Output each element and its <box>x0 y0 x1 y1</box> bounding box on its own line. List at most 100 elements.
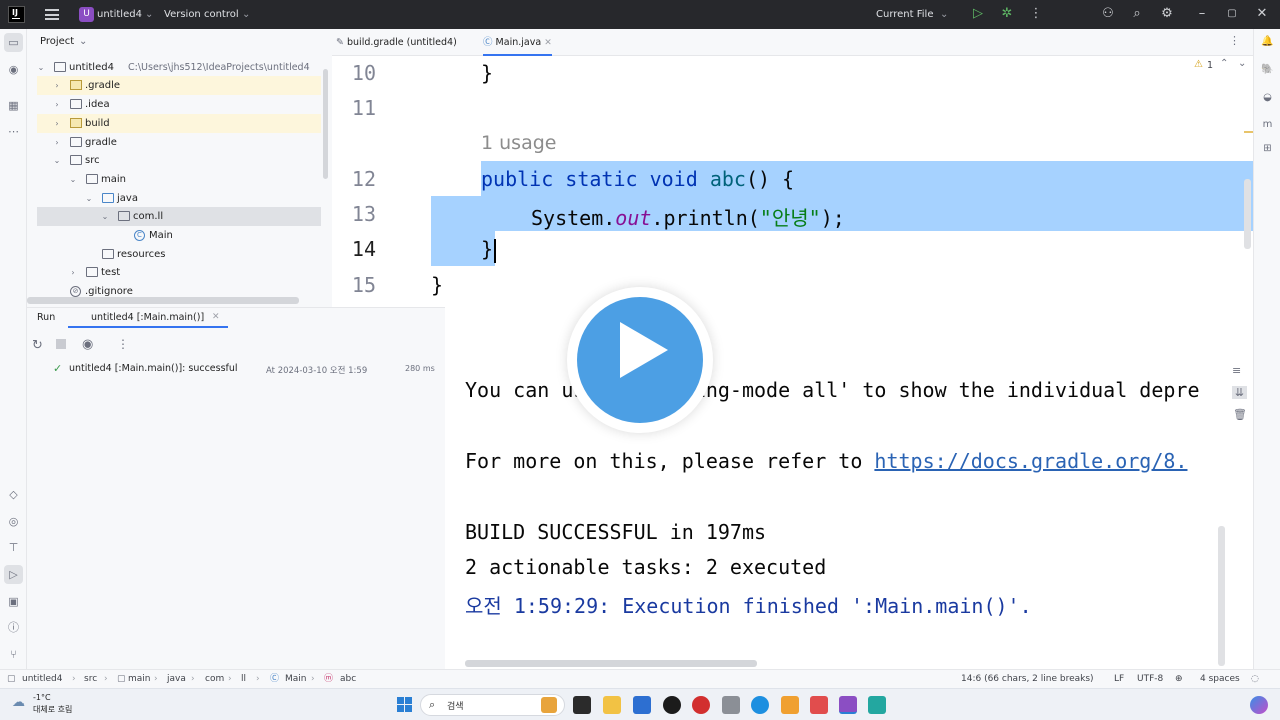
close-tab-icon[interactable]: ✕ <box>544 38 552 48</box>
breadcrumb-item[interactable]: ll <box>241 670 246 689</box>
database-tool-icon[interactable]: ◒ <box>1260 90 1275 105</box>
code-with-me-icon[interactable]: ⊞ <box>1260 141 1275 156</box>
weather-cloud-icon[interactable]: ☁ <box>12 695 25 710</box>
terminal-tool-icon[interactable]: ▣ <box>4 592 23 611</box>
soft-wrap-icon[interactable]: ≡ <box>1232 364 1241 377</box>
chevron-down-icon[interactable]: ⌄ <box>68 170 78 189</box>
code-line-12[interactable]: public static void abc() { <box>481 167 794 191</box>
store-icon[interactable] <box>633 696 651 714</box>
problems-tool-icon[interactable]: ⓘ <box>4 618 23 637</box>
structure-tool-icon[interactable]: ▦ <box>4 96 23 115</box>
more-actions-icon[interactable]: ⋮ <box>1026 4 1046 24</box>
chevron-down-icon[interactable]: ⌄ <box>100 207 110 226</box>
breadcrumb-item[interactable]: src <box>84 670 97 689</box>
chevron-right-icon[interactable]: › <box>52 95 62 114</box>
project-name[interactable]: untitled4 <box>97 0 142 29</box>
weather-desc[interactable]: 대체로 흐림 <box>33 704 72 715</box>
file-explorer-icon[interactable] <box>603 696 621 714</box>
chevron-down-icon[interactable]: ⌄ <box>52 151 62 170</box>
account-icon[interactable]: ⚇ <box>1098 4 1118 24</box>
run-config-selector[interactable]: Current File <box>876 0 933 29</box>
app-icon[interactable] <box>781 696 799 714</box>
chevron-down-icon[interactable]: ⌄ <box>79 36 87 47</box>
rerun-icon[interactable]: ↻ <box>32 338 43 353</box>
tree-row-idea[interactable]: › .idea <box>37 95 321 114</box>
warning-icon[interactable]: ⚠ <box>1194 59 1203 70</box>
build-tool-icon[interactable]: ⊤ <box>4 538 23 557</box>
usage-inlay-hint[interactable]: 1 usage <box>481 132 556 154</box>
tree-row-com-ll[interactable]: ⌄ com.ll <box>37 207 321 226</box>
editor-scrollbar[interactable] <box>1244 179 1251 249</box>
file-encoding[interactable]: UTF-8 <box>1137 670 1163 689</box>
project-tool-icon[interactable]: ▭ <box>4 33 23 52</box>
tree-row-main[interactable]: ⌄ main <box>37 170 321 189</box>
intellij-taskbar-icon[interactable] <box>839 696 857 714</box>
project-horizontal-scrollbar[interactable] <box>27 297 299 304</box>
breadcrumb-item[interactable]: Main <box>285 670 307 689</box>
code-line-14[interactable]: } <box>481 237 493 261</box>
opera-icon[interactable] <box>692 696 710 714</box>
close-icon[interactable]: ✕ <box>1252 4 1272 24</box>
main-menu-icon[interactable] <box>45 9 59 20</box>
intellij-logo-icon[interactable]: IJ <box>8 6 25 23</box>
notifications-icon[interactable]: 🔔 <box>1260 34 1275 49</box>
run-task-tab[interactable]: untitled4 [:Main.main()] <box>68 308 228 328</box>
tree-row-build[interactable]: › build <box>37 114 321 133</box>
console-horizontal-scrollbar[interactable] <box>465 660 757 667</box>
chevron-down-icon[interactable]: ⌄ <box>84 189 94 208</box>
chevron-right-icon[interactable]: › <box>68 263 78 282</box>
video-play-button[interactable] <box>567 287 713 433</box>
settings-gear-icon[interactable]: ⚙ <box>1157 4 1177 24</box>
breadcrumb-item[interactable]: com <box>205 670 224 689</box>
copilot-icon[interactable] <box>1250 696 1268 714</box>
vcs-widget[interactable]: Version control <box>164 0 239 29</box>
tab-build-gradle[interactable]: ✎ build.gradle (untitled4) <box>336 29 457 56</box>
eye-icon[interactable]: ◉ <box>82 337 93 352</box>
chevron-right-icon[interactable]: › <box>52 133 62 152</box>
debug-icon[interactable]: ✲ <box>997 4 1017 24</box>
docs-link[interactable]: https://docs.gradle.org/8. <box>874 449 1187 473</box>
taskbar-search-box[interactable]: ⌕ 검색 <box>420 694 565 716</box>
app-icon[interactable] <box>722 696 740 714</box>
code-line-10[interactable]: } <box>481 61 493 85</box>
project-badge[interactable]: U <box>79 7 94 22</box>
readonly-lock-icon[interactable]: ⊕ <box>1175 670 1183 689</box>
minimize-icon[interactable]: – <box>1192 4 1212 24</box>
tree-row-resources[interactable]: resources <box>37 245 321 264</box>
chevron-right-icon[interactable]: › <box>52 114 62 133</box>
stop-icon[interactable] <box>56 339 66 349</box>
breadcrumb-item[interactable]: java <box>167 670 186 689</box>
warning-count[interactable]: 1 <box>1207 60 1213 71</box>
clear-trash-icon[interactable]: 🗑 <box>1233 408 1247 421</box>
app-icon[interactable] <box>810 696 828 714</box>
services-tool-icon[interactable]: ◎ <box>4 512 23 531</box>
code-line-13[interactable]: System.out.println("안녕"); <box>531 202 845 231</box>
gradle-tool-icon[interactable]: 🐘 <box>1260 62 1275 77</box>
search-icon[interactable]: ⌕ <box>1127 4 1147 24</box>
memory-indicator-icon[interactable]: ◌ <box>1251 670 1259 689</box>
task-view-icon[interactable] <box>573 696 591 714</box>
close-tab-icon[interactable]: ✕ <box>212 312 220 322</box>
breadcrumb-item[interactable]: untitled4 <box>22 670 62 689</box>
tree-row-src[interactable]: ⌄ src <box>37 151 321 170</box>
weather-temp[interactable]: -1°C <box>33 693 51 702</box>
commit-tool-icon[interactable]: ◉ <box>4 60 23 79</box>
more-tabs-icon[interactable]: ⋮ <box>1229 34 1240 47</box>
app-icon[interactable] <box>663 696 681 714</box>
app-icon[interactable] <box>868 696 886 714</box>
run-tool-icon[interactable]: ▷ <box>4 565 23 584</box>
project-vertical-scrollbar[interactable] <box>323 69 328 179</box>
project-panel-title[interactable]: Project <box>40 36 74 47</box>
breadcrumb-item[interactable]: abc <box>340 670 356 689</box>
chevron-down-icon[interactable]: ⌄ <box>145 0 153 29</box>
more-icon[interactable]: ⋮ <box>117 337 129 351</box>
tab-main-java[interactable]: Ⓒ Main.java ✕ <box>483 29 552 56</box>
tree-row-test[interactable]: › test <box>37 263 321 282</box>
layers-tool-icon[interactable]: ◇ <box>4 485 23 504</box>
tree-row-gradle-dir[interactable]: › .gradle <box>37 76 321 95</box>
tree-row-gradle[interactable]: › gradle <box>37 133 321 152</box>
run-panel-title[interactable]: Run <box>37 312 55 323</box>
code-line-15[interactable]: } <box>431 273 443 297</box>
line-separator[interactable]: LF <box>1114 670 1124 689</box>
chevron-down-icon[interactable]: ⌄ <box>242 0 250 29</box>
